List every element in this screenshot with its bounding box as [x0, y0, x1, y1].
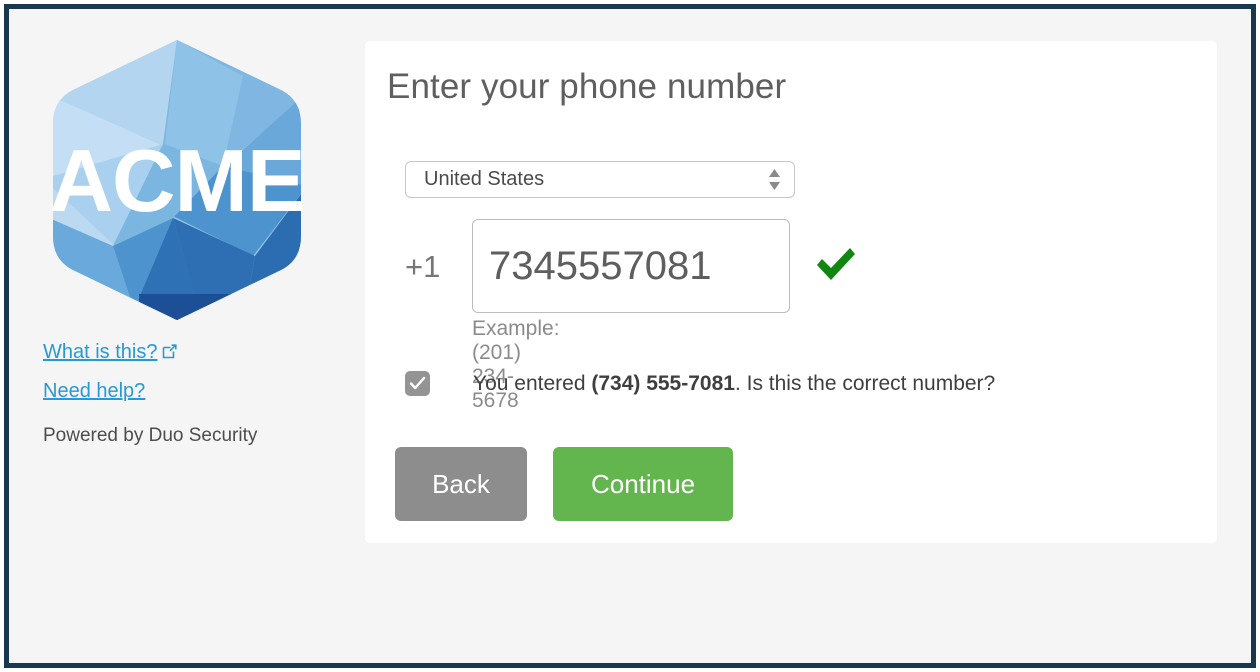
brand-link-list: What is this? Need help? [43, 342, 343, 402]
confirm-text-before: You entered [473, 371, 592, 395]
what-is-this-link[interactable]: What is this? [43, 342, 343, 364]
external-link-icon [162, 343, 178, 364]
need-help-link[interactable]: Need help? [43, 381, 343, 402]
browser-window-frame: ACME What is this? Need help? Powered by… [4, 4, 1256, 668]
checkbox-checked-icon [409, 376, 426, 390]
country-select-wrapper[interactable]: United States [405, 161, 795, 198]
powered-by-text: Powered by Duo Security [43, 425, 258, 446]
acme-hexagon-logo-icon: ACME [49, 40, 306, 320]
need-help-label: Need help? [43, 380, 146, 402]
page-body: ACME What is this? Need help? Powered by… [9, 9, 1251, 663]
logo-wordmark: ACME [49, 131, 304, 230]
brand-column: ACME What is this? Need help? Powered by… [43, 36, 343, 447]
country-select[interactable]: United States [405, 161, 795, 198]
phone-example-hint: Example: (201) 234-5678 [472, 317, 560, 412]
confirm-formatted-number: (734) 555-7081 [591, 371, 735, 395]
confirm-number-row: You entered (734) 555-7081. Is this the … [405, 371, 995, 396]
back-button[interactable]: Back [395, 447, 527, 521]
acme-logo: ACME [43, 36, 311, 324]
what-is-this-label: What is this? [43, 341, 158, 363]
country-code-label: +1 [405, 249, 441, 284]
form-button-row: Back Continue [395, 447, 733, 521]
confirm-text-after: . Is this the correct number? [734, 371, 996, 395]
confirm-number-label: You entered (734) 555-7081. Is this the … [473, 372, 995, 396]
phone-number-input[interactable] [472, 219, 790, 313]
green-check-icon [817, 248, 855, 280]
continue-button[interactable]: Continue [553, 447, 733, 521]
page-title: Enter your phone number [387, 67, 787, 106]
auth-card: Enter your phone number United States +1… [365, 41, 1217, 543]
confirm-number-checkbox[interactable] [405, 371, 430, 396]
